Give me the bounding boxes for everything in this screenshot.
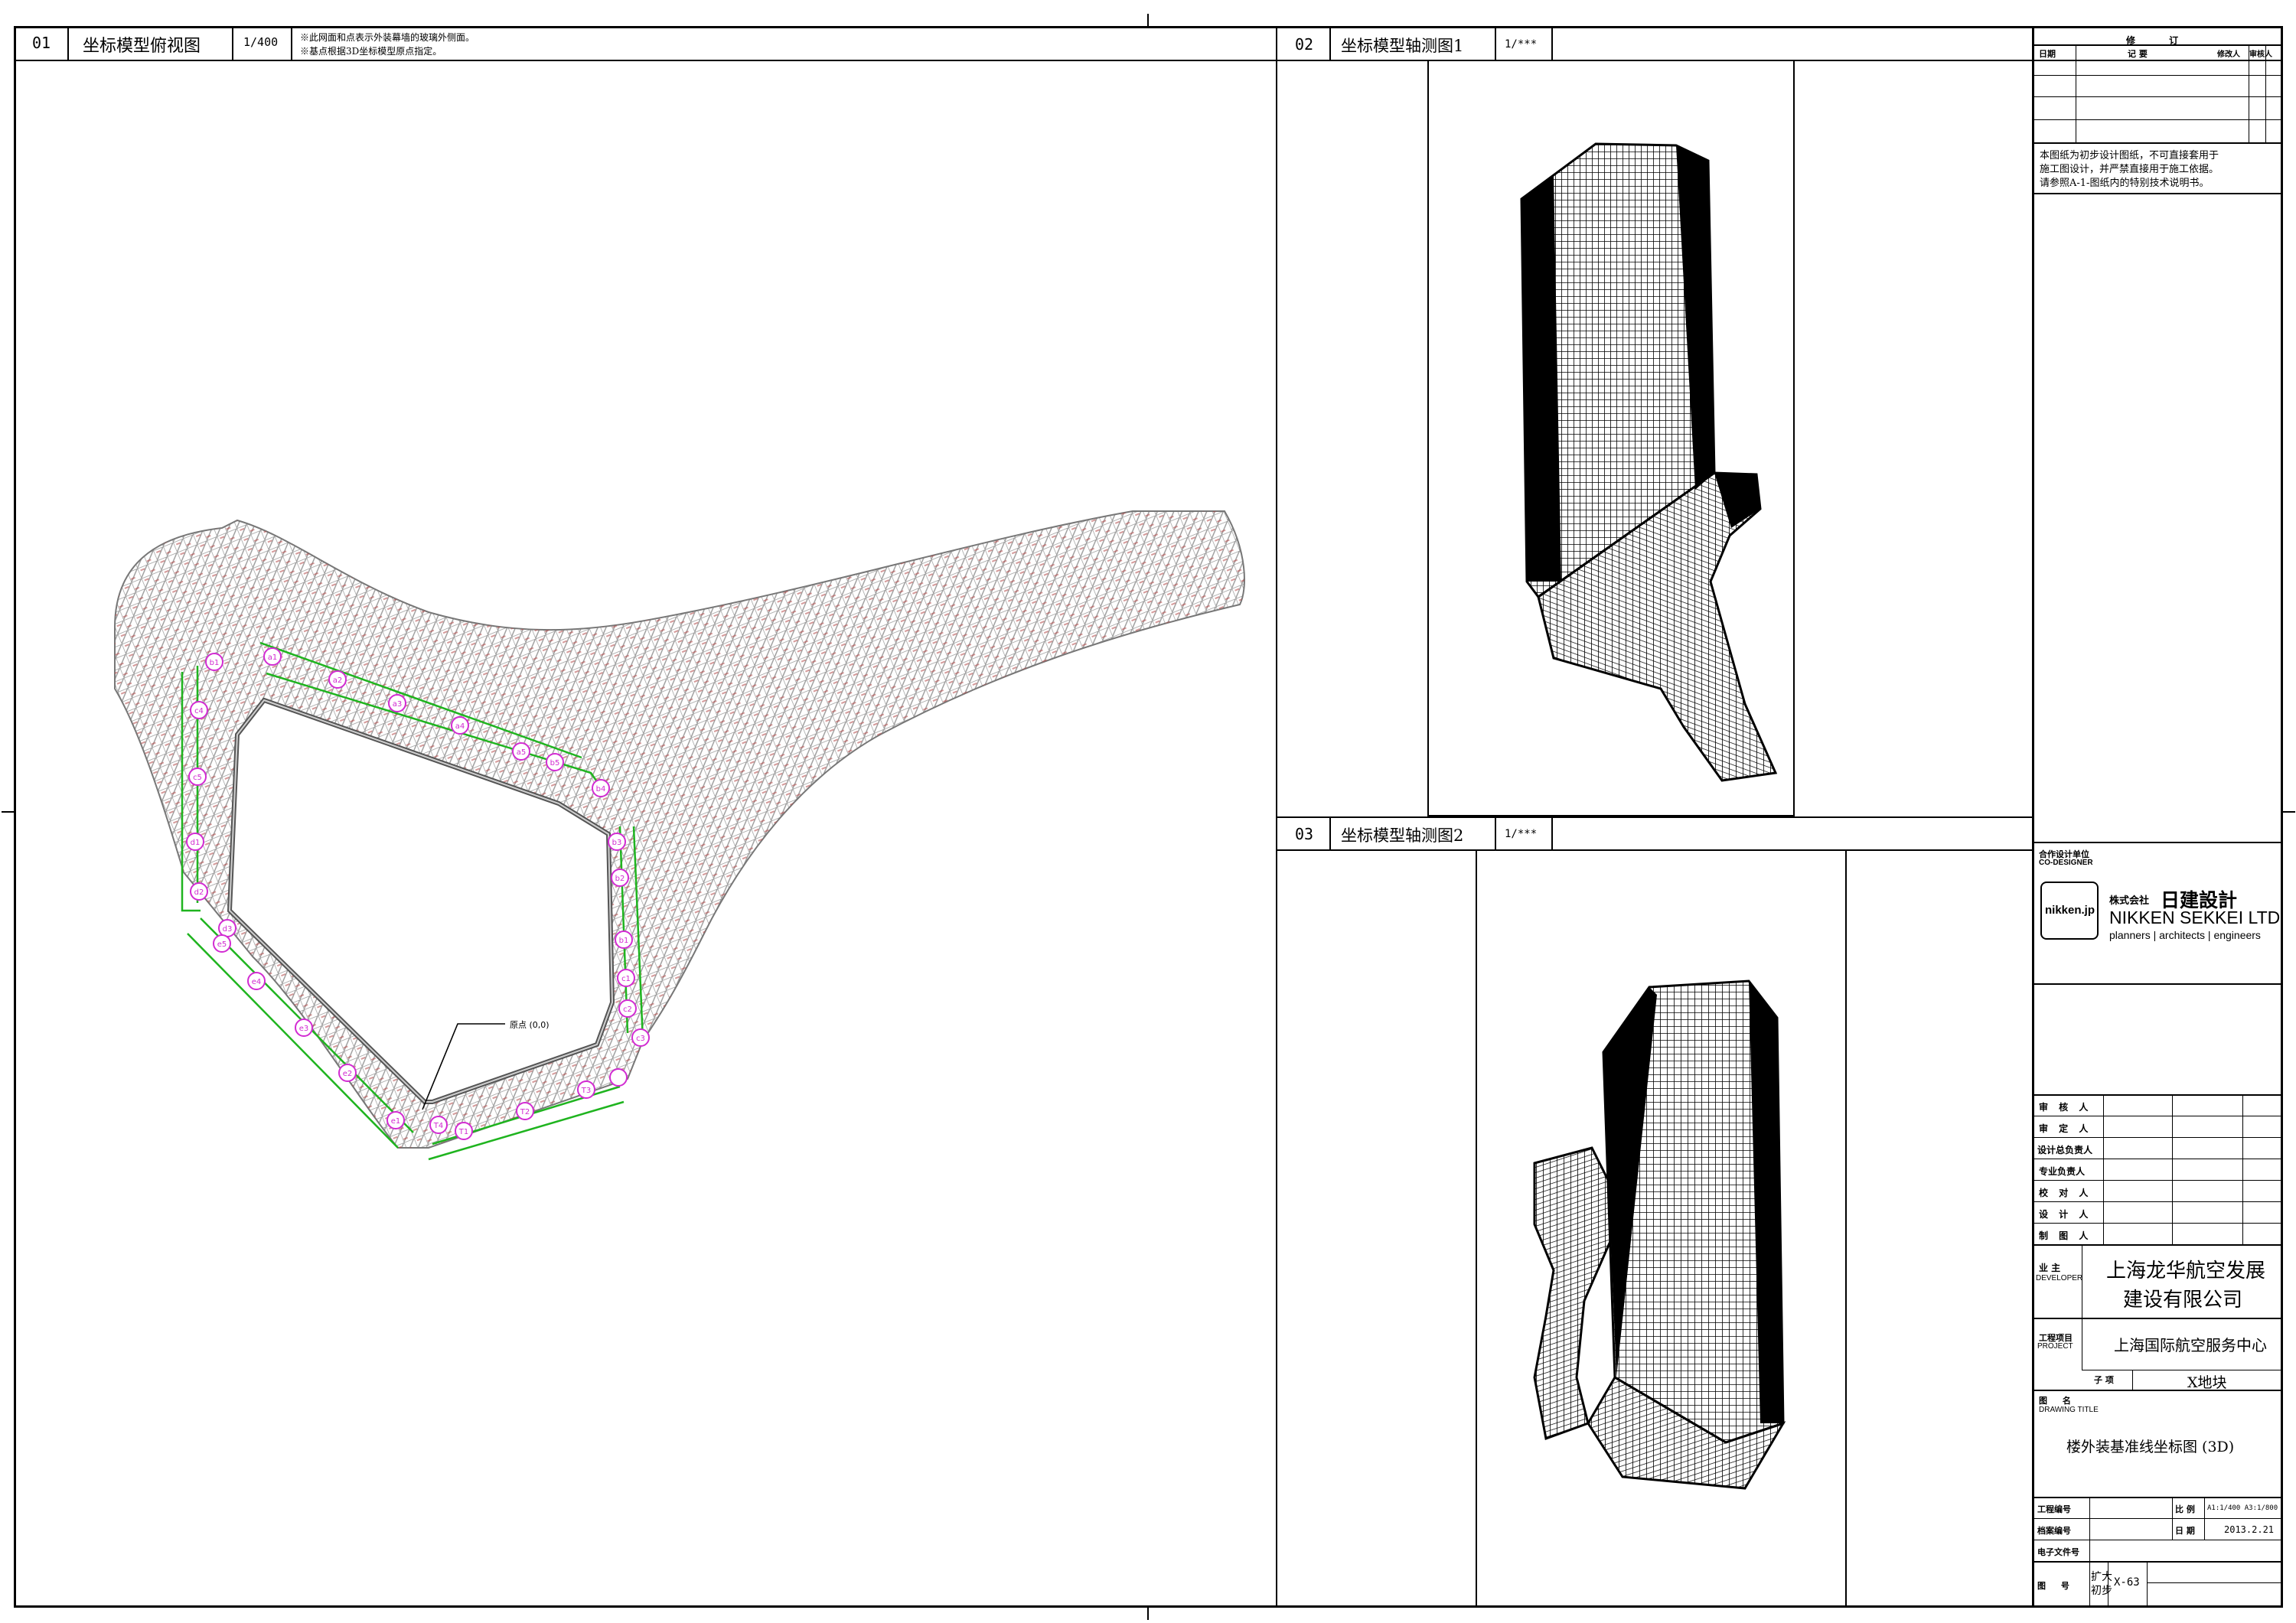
developer-cn: 业 主: [2039, 1263, 2061, 1273]
revision-header: 修 订: [2126, 35, 2194, 46]
developer-line-1: 上海龙华航空发展: [2106, 1260, 2266, 1282]
firm-jp-small: 株式会社: [2109, 895, 2150, 907]
developer-en: DEVELOPER: [2036, 1274, 2083, 1282]
scale-value: A1:1/400 A3:1/800: [2207, 1504, 2278, 1512]
rev-col-checker: 审核人: [2249, 51, 2272, 59]
notice-line-2: 施工图设计，并严禁直接用于施工依据。: [2040, 164, 2219, 175]
job-no-label: 工程编号: [2037, 1504, 2071, 1514]
signoff-reviewer: 审 核 人: [2039, 1102, 2092, 1113]
subitem-value: X地块: [2187, 1374, 2227, 1391]
nikken-logo-text: nikken.jp: [2045, 904, 2095, 917]
date-label: 日 期: [2175, 1526, 2195, 1536]
developer-line-2: 建设有限公司: [2123, 1289, 2243, 1312]
signoff-checker: 校 对 人: [2039, 1188, 2092, 1198]
firm-tagline: planners | architects | engineers: [2109, 929, 2261, 941]
signoff-discipline-lead: 专业负责人: [2039, 1166, 2086, 1177]
scale-label: 比 例: [2175, 1504, 2195, 1514]
subitem-label: 子 项: [2094, 1375, 2114, 1385]
archive-label: 档案编号: [2037, 1526, 2071, 1536]
drawing-no: X-63: [2114, 1576, 2140, 1589]
date-value: 2013.2.21: [2224, 1524, 2275, 1535]
drawing-no-stage-b: 初步: [2091, 1585, 2112, 1597]
axon-view-2: [1533, 979, 1786, 1490]
notice-line-3: 请参照A-1-图纸内的特别技术说明书。: [2040, 178, 2210, 189]
drawing-no-label: 图 号: [2037, 1581, 2076, 1591]
drawing-title-cn: 图 名: [2039, 1396, 2077, 1406]
signoff-designer: 设 计 人: [2039, 1209, 2092, 1220]
rev-col-editor: 修改人: [2217, 51, 2240, 59]
signoff-design-lead: 设计总负责人: [2037, 1145, 2093, 1155]
codesigner-en: CO-DESIGNER: [2039, 859, 2093, 867]
nikken-logo-box: nikken.jp: [2040, 882, 2099, 940]
firm-en: NIKKEN SEKKEI LTD: [2109, 908, 2281, 927]
drawing-no-stage-a: 扩大: [2091, 1571, 2112, 1583]
project-name: 上海国际航空服务中心: [2114, 1336, 2267, 1354]
notice-line-1: 本图纸为初步设计图纸，不可直接套用于: [2040, 150, 2219, 161]
efile-label: 电子文件号: [2037, 1547, 2079, 1557]
drawing-title: 楼外装基准线坐标图 (3D): [2066, 1439, 2235, 1455]
rev-col-note: 记 要: [2128, 49, 2148, 59]
project-en: PROJECT: [2037, 1342, 2073, 1351]
drawing-title-en: DRAWING TITLE: [2039, 1406, 2099, 1414]
rev-col-date: 日期: [2039, 49, 2056, 59]
signoff-drafter: 制 图 人: [2039, 1230, 2092, 1241]
signoff-approver: 审 定 人: [2039, 1123, 2092, 1134]
